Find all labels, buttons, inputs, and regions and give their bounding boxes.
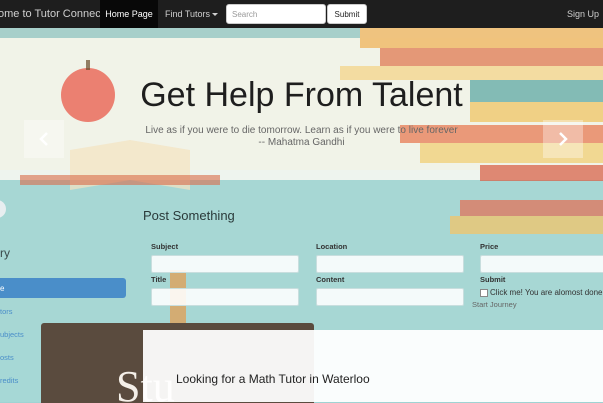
caret-down-icon [212, 13, 219, 17]
submit-label: Submit [480, 275, 506, 284]
title-field[interactable] [151, 288, 299, 306]
chevron-left-icon [39, 132, 48, 146]
confirm-checkbox-row[interactable]: Click me! You are alomost done [480, 288, 603, 297]
search-input[interactable] [226, 4, 326, 24]
sign-up-link[interactable]: Sign Up [567, 9, 599, 19]
price-field[interactable] [480, 255, 603, 273]
nav-home-page[interactable]: Home Page [100, 0, 158, 28]
content-label: Content [316, 275, 345, 284]
sidebar-heading: ry [0, 246, 10, 260]
confirm-checkbox[interactable] [480, 288, 488, 297]
chevron-right-icon [559, 132, 568, 146]
subject-field[interactable] [151, 255, 299, 273]
tutor-post-title[interactable]: Looking for a Math Tutor in Waterloo [176, 372, 370, 386]
brand-link[interactable]: ome to Tutor Connect [0, 8, 104, 20]
carousel-next-button[interactable] [543, 120, 583, 158]
title-label: Title [151, 275, 167, 284]
hero-quote: Live as if you were to die tomorrow. Lea… [0, 125, 603, 149]
sidebar-item-active[interactable]: e [0, 278, 126, 298]
hero-title: Get Help From Talent [140, 76, 463, 114]
sidebar-item-subjects[interactable]: ubjects [0, 330, 24, 339]
location-label: Location [316, 242, 348, 251]
subject-label: Subject [151, 242, 179, 251]
start-journey-button[interactable]: Start Journey [472, 300, 517, 309]
nav-home-label: Home Page [105, 9, 153, 19]
sidebar-item-tutors[interactable]: tors [0, 307, 13, 316]
top-navbar: ome to Tutor Connect Home Page Find Tuto… [0, 0, 603, 28]
sidebar-item-credits[interactable]: redits [0, 376, 18, 385]
nav-find-tutors-dropdown[interactable]: Find Tutors [165, 9, 219, 19]
sidebar-item-posts[interactable]: osts [0, 353, 14, 362]
hero-quote-text: Live as if you were to die tomorrow. Lea… [145, 125, 458, 136]
sidebar-item-label: e [0, 284, 5, 293]
confirm-checkbox-label: Click me! You are alomost done [490, 288, 603, 297]
nav-find-label: Find Tutors [165, 9, 211, 19]
carousel-prev-button[interactable] [24, 120, 64, 158]
content-field[interactable] [316, 288, 464, 306]
search-submit-button[interactable]: Submit [327, 4, 367, 24]
hero-quote-author: -- Mahatma Gandhi [258, 137, 345, 148]
price-label: Price [480, 242, 499, 251]
post-heading: Post Something [143, 208, 235, 223]
location-field[interactable] [316, 255, 464, 273]
tutor-post-card[interactable] [143, 330, 603, 402]
